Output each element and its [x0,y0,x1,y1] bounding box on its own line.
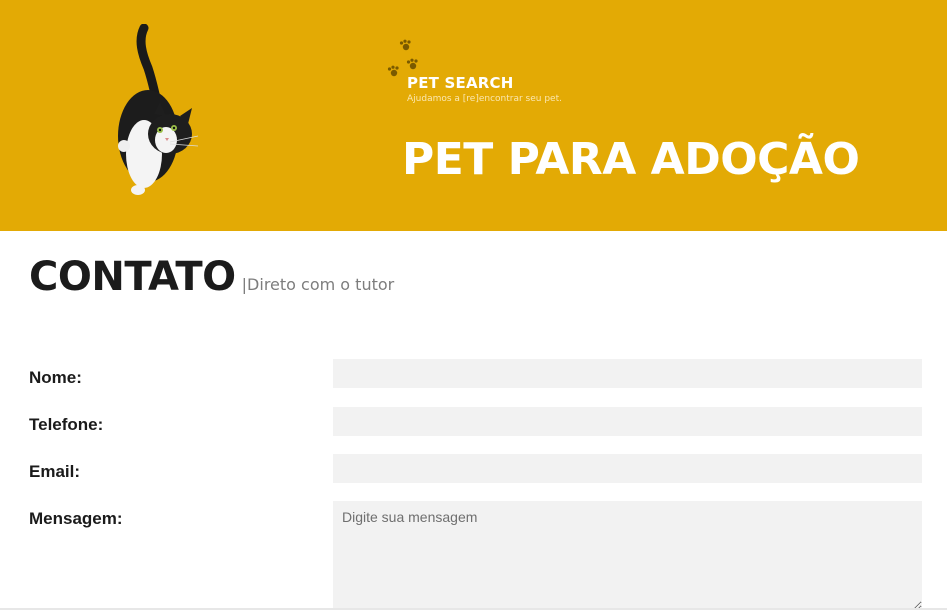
contact-subtitle: |Direto com o tutor [241,275,395,294]
hero-banner: PET SEARCH Ajudamos a [re]encontrar seu … [0,0,947,231]
brand-tagline: Ajudamos a [re]encontrar seu pet. [407,94,562,104]
email-input[interactable] [333,454,922,483]
name-label: Nome: [29,368,82,387]
contact-heading: CONTATO |Direto com o tutor [29,254,394,300]
message-textarea[interactable] [333,501,922,610]
contact-title: CONTATO [29,254,236,300]
hero-title: PET PARA ADOÇÃO [402,134,860,185]
email-label: Email: [29,462,81,481]
cat-photo [118,24,199,195]
name-input[interactable] [333,359,922,388]
message-label: Mensagem: [29,509,123,528]
phone-label: Telefone: [29,415,104,434]
phone-input[interactable] [333,407,922,436]
brand-name: PET SEARCH [407,74,514,92]
